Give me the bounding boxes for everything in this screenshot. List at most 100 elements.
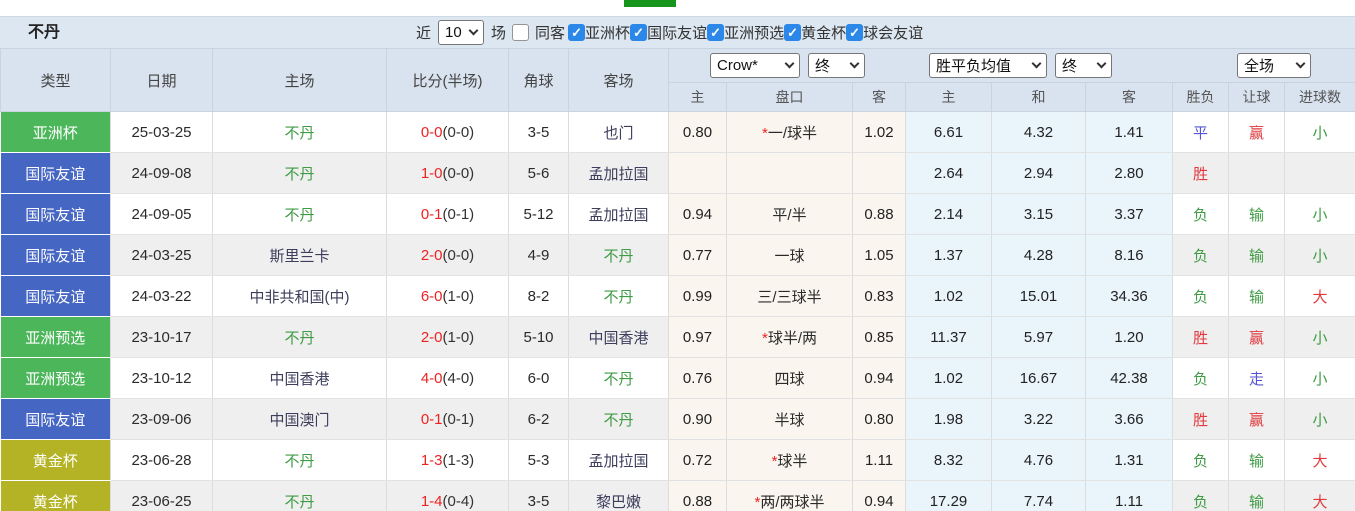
result-badge: 负 — [1172, 275, 1229, 317]
match-date: 24-03-22 — [110, 275, 213, 317]
handicap-text: 三/三球半 — [757, 288, 822, 306]
avg-win-odds: 1.02 — [905, 357, 992, 399]
away-team-link[interactable]: 孟加拉国 — [568, 193, 669, 235]
same-away-checkbox[interactable]: ✓ — [512, 24, 530, 41]
goals-result-badge: 小 — [1284, 398, 1355, 440]
score-cell[interactable]: 1-4(0-4) — [386, 480, 509, 511]
corner-count: 5-10 — [508, 316, 569, 358]
scope-select[interactable]: 全场 — [1237, 53, 1311, 78]
away-team-link[interactable]: 也门 — [568, 111, 669, 153]
home-team-link[interactable]: 不丹 — [212, 480, 387, 511]
fulltime-score: 6-0 — [420, 287, 443, 305]
avg-time-value: 终 — [1062, 58, 1078, 75]
home-team-link[interactable]: 中国澳门 — [212, 398, 387, 440]
filter-checkbox[interactable]: ✓ — [707, 24, 725, 41]
away-team-link[interactable]: 孟加拉国 — [568, 439, 669, 481]
table-row: 国际友谊 24-03-22 中非共和国(中) 6-0(1-0) 8-2 不丹 0… — [0, 275, 1355, 317]
home-team-link[interactable]: 不丹 — [212, 439, 387, 481]
league-filter[interactable]: ✓ 黄金杯 — [784, 22, 846, 43]
chevron-down-icon — [784, 58, 795, 69]
goals-result-badge: 小 — [1284, 193, 1355, 235]
home-team-link[interactable]: 斯里兰卡 — [212, 234, 387, 276]
handicap-line: 平/半 — [726, 193, 853, 235]
score-cell[interactable]: 0-1(0-1) — [386, 398, 509, 440]
halftime-score: (0-1) — [442, 410, 475, 428]
goals-result-badge: 小 — [1284, 357, 1355, 399]
avg-win-odds: 2.14 — [905, 193, 992, 235]
table-row: 亚洲杯 25-03-25 不丹 0-0(0-0) 3-5 也门 0.80 *一/… — [0, 111, 1355, 153]
league-filter[interactable]: ✓ 亚洲预选 — [707, 22, 784, 43]
home-team-link[interactable]: 不丹 — [212, 111, 387, 153]
odds-select-row: Crow* 终 胜平负均值 终 全场 — [667, 48, 1355, 83]
table-row: 国际友谊 23-09-06 中国澳门 0-1(0-1) 6-2 不丹 0.90 … — [0, 398, 1355, 440]
avg-draw-odds: 15.01 — [991, 275, 1086, 317]
odds-company-select[interactable]: Crow* — [710, 53, 800, 78]
league-badge: 国际友谊 — [0, 152, 111, 194]
avg-win-odds: 8.32 — [905, 439, 992, 481]
league-filters: ✓ 亚洲杯 ✓ 国际友谊 ✓ 亚洲预选 ✓ 黄金杯 ✓ 球会友谊 — [568, 22, 923, 43]
odds-away: 0.94 — [852, 480, 906, 511]
away-team-link[interactable]: 不丹 — [568, 234, 669, 276]
handicap-line: 四球 — [726, 357, 853, 399]
odds-time-value: 终 — [815, 58, 831, 75]
home-team-link[interactable]: 中国香港 — [212, 357, 387, 399]
away-team-link[interactable]: 孟加拉国 — [568, 152, 669, 194]
odds-time-select[interactable]: 终 — [808, 53, 865, 78]
filter-checkbox[interactable]: ✓ — [568, 24, 586, 41]
match-date: 24-09-05 — [110, 193, 213, 235]
handicap-result-badge — [1228, 152, 1285, 194]
fulltime-score: 0-1 — [420, 410, 443, 428]
filter-checkbox[interactable]: ✓ — [784, 24, 802, 41]
home-team-link[interactable]: 不丹 — [212, 152, 387, 194]
handicap-result-badge: 输 — [1228, 480, 1285, 511]
recent-count-select[interactable]: 10 — [438, 20, 485, 45]
halftime-score: (4-0) — [442, 369, 475, 387]
avg-win-odds: 11.37 — [905, 316, 992, 358]
fulltime-score: 1-3 — [420, 451, 443, 469]
halftime-score: (1-0) — [442, 287, 475, 305]
goals-result-badge: 大 — [1284, 439, 1355, 481]
league-filter[interactable]: ✓ 球会友谊 — [846, 22, 923, 43]
filter-label: 亚洲预选 — [724, 25, 785, 42]
home-team-link[interactable]: 不丹 — [212, 193, 387, 235]
avg-type-select[interactable]: 胜平负均值 — [929, 53, 1047, 78]
league-filter[interactable]: ✓ 国际友谊 — [630, 22, 707, 43]
handicap-result-badge: 走 — [1228, 357, 1285, 399]
filter-label: 亚洲杯 — [585, 25, 631, 42]
match-history-panel: 不丹 近 10 场 ✓ 同客 ✓亚洲杯✓国际友谊✓亚洲预选✓黄金杯✓球会友谊 类… — [0, 0, 1355, 511]
subheader-result: 胜负 — [1172, 82, 1229, 112]
result-badge: 平 — [1172, 111, 1229, 153]
result-badge: 负 — [1172, 193, 1229, 235]
away-team-link[interactable]: 中国香港 — [568, 316, 669, 358]
home-team-link[interactable]: 不丹 — [212, 316, 387, 358]
score-cell[interactable]: 0-0(0-0) — [386, 111, 509, 153]
match-date: 24-09-08 — [110, 152, 213, 194]
league-filter[interactable]: ✓ 亚洲杯 — [568, 22, 630, 43]
home-team-link[interactable]: 中非共和国(中) — [212, 275, 387, 317]
avg-draw-odds: 5.97 — [991, 316, 1086, 358]
halftime-score: (0-4) — [442, 492, 475, 510]
score-cell[interactable]: 0-1(0-1) — [386, 193, 509, 235]
score-cell[interactable]: 1-0(0-0) — [386, 152, 509, 194]
result-badge: 胜 — [1172, 316, 1229, 358]
away-team-link[interactable]: 不丹 — [568, 275, 669, 317]
filter-checkbox[interactable]: ✓ — [846, 24, 864, 41]
handicap-result-badge: 输 — [1228, 193, 1285, 235]
away-team-link[interactable]: 不丹 — [568, 398, 669, 440]
score-cell[interactable]: 2-0(1-0) — [386, 316, 509, 358]
odds-company-value: Crow* — [717, 57, 758, 74]
page-title: 不丹 — [28, 24, 61, 41]
odds-away: 1.05 — [852, 234, 906, 276]
score-cell[interactable]: 1-3(1-3) — [386, 439, 509, 481]
score-cell[interactable]: 2-0(0-0) — [386, 234, 509, 276]
goals-result-badge: 小 — [1284, 234, 1355, 276]
away-team-link[interactable]: 黎巴嫩 — [568, 480, 669, 511]
score-cell[interactable]: 4-0(4-0) — [386, 357, 509, 399]
filter-checkbox[interactable]: ✓ — [630, 24, 648, 41]
away-team-link[interactable]: 不丹 — [568, 357, 669, 399]
goals-result-badge: 小 — [1284, 111, 1355, 153]
avg-time-select[interactable]: 终 — [1055, 53, 1112, 78]
avg-type-value: 胜平负均值 — [936, 58, 1012, 75]
score-cell[interactable]: 6-0(1-0) — [386, 275, 509, 317]
result-badge: 负 — [1172, 480, 1229, 511]
